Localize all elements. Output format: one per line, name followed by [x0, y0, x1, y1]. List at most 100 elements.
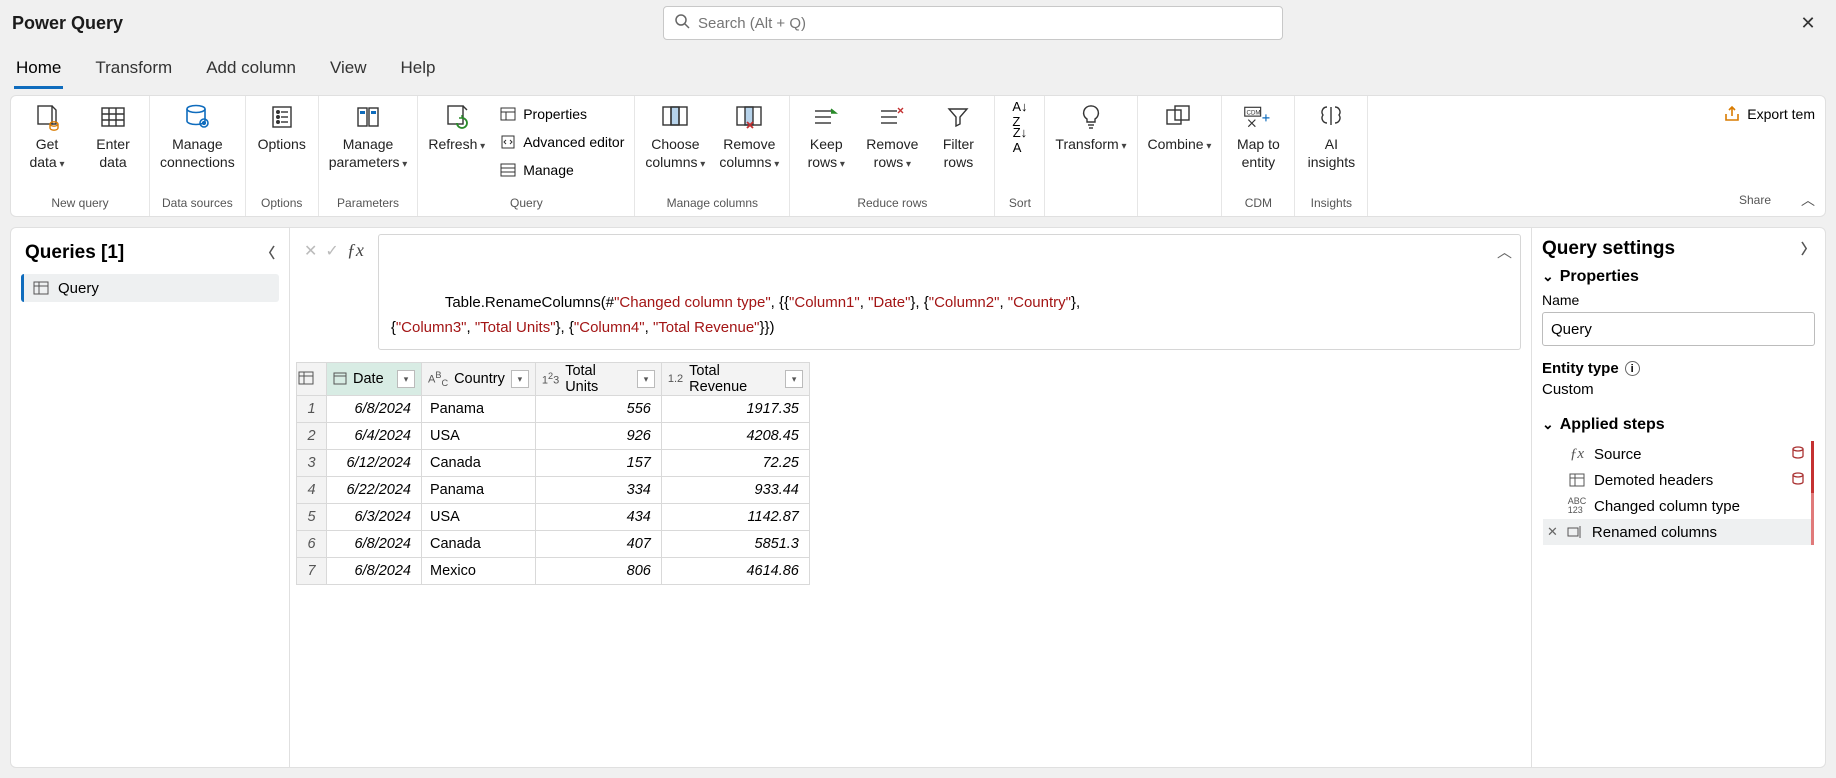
cell[interactable]: Canada: [422, 531, 536, 558]
map-to-entity-button[interactable]: CDM Map to entity: [1232, 102, 1284, 171]
row-number[interactable]: 6: [297, 531, 327, 558]
table-row[interactable]: 26/4/2024USA9264208.45: [297, 423, 810, 450]
column-header-country[interactable]: ABCCountry▾: [422, 363, 536, 396]
manage-query-button[interactable]: Manage: [499, 158, 624, 182]
tab-help[interactable]: Help: [399, 52, 438, 89]
applied-step[interactable]: ✕Renamed columns: [1543, 519, 1814, 545]
formula-commit-icon[interactable]: ✓: [325, 241, 338, 261]
cell[interactable]: 6/4/2024: [327, 423, 422, 450]
cell[interactable]: 72.25: [661, 450, 809, 477]
row-number[interactable]: 4: [297, 477, 327, 504]
export-template-button[interactable]: Export tem: [1723, 102, 1815, 126]
row-number[interactable]: 1: [297, 396, 327, 423]
manage-connections-button[interactable]: Manage connections: [160, 102, 235, 171]
get-data-button[interactable]: Get data: [21, 102, 73, 171]
data-grid[interactable]: Date▾ABCCountry▾123Total Units▾1.2Total …: [296, 362, 810, 585]
column-filter-button[interactable]: ▾: [785, 370, 803, 388]
formula-cancel-icon[interactable]: ✕: [304, 241, 317, 261]
cell[interactable]: 933.44: [661, 477, 809, 504]
query-name-input[interactable]: [1542, 312, 1815, 346]
table-row[interactable]: 76/8/2024Mexico8064614.86: [297, 558, 810, 585]
refresh-button[interactable]: Refresh: [428, 102, 485, 154]
cell[interactable]: 806: [535, 558, 661, 585]
ai-insights-button[interactable]: AI insights: [1305, 102, 1357, 171]
applied-step[interactable]: ƒxSource: [1543, 441, 1814, 467]
tab-add-column[interactable]: Add column: [204, 52, 298, 89]
cell[interactable]: 5851.3: [661, 531, 809, 558]
table-row[interactable]: 46/22/2024Panama334933.44: [297, 477, 810, 504]
column-filter-button[interactable]: ▾: [637, 370, 655, 388]
step-error-icon[interactable]: [1791, 472, 1807, 489]
table-row[interactable]: 36/12/2024Canada15772.25: [297, 450, 810, 477]
cell[interactable]: 6/8/2024: [327, 531, 422, 558]
manage-parameters-button[interactable]: Manage parameters: [329, 102, 408, 171]
cell[interactable]: 6/22/2024: [327, 477, 422, 504]
transform-button[interactable]: Transform: [1055, 102, 1126, 154]
column-header-total-revenue[interactable]: 1.2Total Revenue▾: [661, 363, 809, 396]
remove-rows-button[interactable]: Remove rows: [866, 102, 918, 171]
type-icon[interactable]: [333, 371, 347, 388]
cell[interactable]: Panama: [422, 396, 536, 423]
grid-corner[interactable]: [297, 363, 327, 396]
search-input[interactable]: [698, 15, 1272, 32]
ribbon-collapse-button[interactable]: ︿: [1801, 190, 1815, 210]
row-number[interactable]: 2: [297, 423, 327, 450]
step-error-icon[interactable]: [1791, 446, 1807, 463]
type-icon[interactable]: ABC: [428, 370, 448, 388]
applied-steps-section[interactable]: Applied steps: [1542, 416, 1815, 434]
cell[interactable]: 4208.45: [661, 423, 809, 450]
row-number[interactable]: 3: [297, 450, 327, 477]
applied-step[interactable]: Demoted headers: [1543, 467, 1814, 493]
cell[interactable]: 407: [535, 531, 661, 558]
cell[interactable]: Panama: [422, 477, 536, 504]
advanced-editor-button[interactable]: Advanced editor: [499, 130, 624, 154]
table-row[interactable]: 66/8/2024Canada4075851.3: [297, 531, 810, 558]
filter-rows-button[interactable]: Filter rows: [932, 102, 984, 171]
remove-columns-button[interactable]: Remove columns: [719, 102, 779, 171]
column-filter-button[interactable]: ▾: [397, 370, 415, 388]
fx-icon[interactable]: ƒx: [347, 240, 364, 261]
formula-bar[interactable]: ︿ Table.RenameColumns(#"Changed column t…: [378, 234, 1521, 350]
keep-rows-button[interactable]: Keep rows: [800, 102, 852, 171]
cell[interactable]: 1142.87: [661, 504, 809, 531]
queries-collapse-button[interactable]: 〈: [261, 243, 275, 263]
cell[interactable]: 157: [535, 450, 661, 477]
properties-section[interactable]: Properties: [1542, 268, 1815, 286]
search-box[interactable]: [663, 6, 1283, 40]
type-icon[interactable]: 1.2: [668, 373, 683, 385]
cell[interactable]: 434: [535, 504, 661, 531]
cell[interactable]: 6/3/2024: [327, 504, 422, 531]
cell[interactable]: USA: [422, 504, 536, 531]
row-number[interactable]: 5: [297, 504, 327, 531]
sort-desc-button[interactable]: Z↓A: [1013, 128, 1027, 152]
column-filter-button[interactable]: ▾: [511, 370, 529, 388]
cell[interactable]: 6/12/2024: [327, 450, 422, 477]
delete-step-button[interactable]: ✕: [1547, 524, 1558, 540]
column-header-total-units[interactable]: 123Total Units▾: [535, 363, 661, 396]
query-item[interactable]: Query: [21, 274, 279, 302]
cell[interactable]: USA: [422, 423, 536, 450]
cell[interactable]: 4614.86: [661, 558, 809, 585]
close-button[interactable]: ✕: [1788, 13, 1828, 34]
cell[interactable]: 926: [535, 423, 661, 450]
choose-columns-button[interactable]: Choose columns: [645, 102, 705, 171]
tab-home[interactable]: Home: [14, 52, 63, 89]
combine-button[interactable]: Combine: [1148, 102, 1212, 154]
table-row[interactable]: 16/8/2024Panama5561917.35: [297, 396, 810, 423]
enter-data-button[interactable]: Enter data: [87, 102, 139, 171]
column-header-date[interactable]: Date▾: [327, 363, 422, 396]
applied-step[interactable]: ABC123Changed column type: [1543, 493, 1814, 519]
settings-collapse-button[interactable]: 〉: [1801, 239, 1815, 259]
cell[interactable]: Canada: [422, 450, 536, 477]
properties-button[interactable]: Properties: [499, 102, 624, 126]
sort-asc-button[interactable]: A↓Z: [1012, 102, 1027, 126]
cell[interactable]: 6/8/2024: [327, 558, 422, 585]
info-icon[interactable]: i: [1625, 361, 1640, 376]
options-button[interactable]: Options: [256, 102, 308, 154]
cell[interactable]: Mexico: [422, 558, 536, 585]
cell[interactable]: 556: [535, 396, 661, 423]
cell[interactable]: 334: [535, 477, 661, 504]
cell[interactable]: 6/8/2024: [327, 396, 422, 423]
tab-view[interactable]: View: [328, 52, 369, 89]
formula-collapse-button[interactable]: ︿: [1497, 241, 1512, 265]
